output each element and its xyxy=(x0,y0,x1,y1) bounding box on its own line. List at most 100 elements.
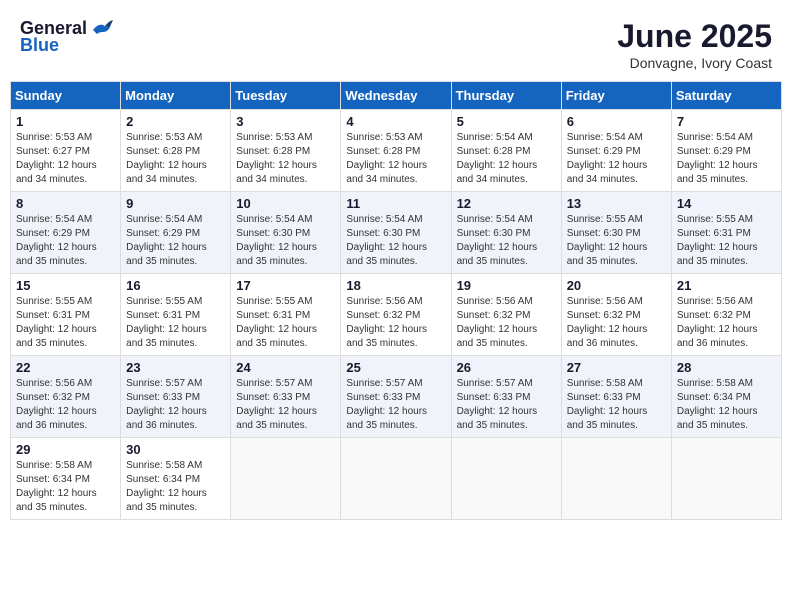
day-info: Sunrise: 5:58 AM Sunset: 6:34 PM Dayligh… xyxy=(16,459,115,515)
day-number: 27 xyxy=(567,360,666,375)
day-info: Sunrise: 5:55 AM Sunset: 6:31 PM Dayligh… xyxy=(126,295,225,351)
day-number: 23 xyxy=(126,360,225,375)
day-number: 5 xyxy=(457,114,556,129)
logo-bird-icon xyxy=(91,20,113,38)
month-title: June 2025 xyxy=(617,18,772,55)
day-number: 26 xyxy=(457,360,556,375)
day-info: Sunrise: 5:58 AM Sunset: 6:33 PM Dayligh… xyxy=(567,377,666,433)
header-tuesday: Tuesday xyxy=(231,82,341,110)
day-info: Sunrise: 5:54 AM Sunset: 6:29 PM Dayligh… xyxy=(16,213,115,269)
calendar-header-row: Sunday Monday Tuesday Wednesday Thursday… xyxy=(11,82,782,110)
day-number: 11 xyxy=(346,196,445,211)
day-number: 14 xyxy=(677,196,776,211)
day-number: 6 xyxy=(567,114,666,129)
calendar-cell: 10 Sunrise: 5:54 AM Sunset: 6:30 PM Dayl… xyxy=(231,192,341,274)
day-info: Sunrise: 5:57 AM Sunset: 6:33 PM Dayligh… xyxy=(346,377,445,433)
day-number: 13 xyxy=(567,196,666,211)
calendar-cell: 3 Sunrise: 5:53 AM Sunset: 6:28 PM Dayli… xyxy=(231,110,341,192)
calendar-cell: 11 Sunrise: 5:54 AM Sunset: 6:30 PM Dayl… xyxy=(341,192,451,274)
calendar-cell: 13 Sunrise: 5:55 AM Sunset: 6:30 PM Dayl… xyxy=(561,192,671,274)
calendar-cell: 23 Sunrise: 5:57 AM Sunset: 6:33 PM Dayl… xyxy=(121,356,231,438)
calendar-cell: 19 Sunrise: 5:56 AM Sunset: 6:32 PM Dayl… xyxy=(451,274,561,356)
day-number: 4 xyxy=(346,114,445,129)
calendar-cell: 6 Sunrise: 5:54 AM Sunset: 6:29 PM Dayli… xyxy=(561,110,671,192)
calendar-cell xyxy=(341,438,451,520)
day-info: Sunrise: 5:56 AM Sunset: 6:32 PM Dayligh… xyxy=(677,295,776,351)
calendar-cell: 24 Sunrise: 5:57 AM Sunset: 6:33 PM Dayl… xyxy=(231,356,341,438)
calendar-cell: 30 Sunrise: 5:58 AM Sunset: 6:34 PM Dayl… xyxy=(121,438,231,520)
calendar-cell: 25 Sunrise: 5:57 AM Sunset: 6:33 PM Dayl… xyxy=(341,356,451,438)
calendar-cell xyxy=(231,438,341,520)
day-number: 10 xyxy=(236,196,335,211)
header-friday: Friday xyxy=(561,82,671,110)
calendar-cell: 7 Sunrise: 5:54 AM Sunset: 6:29 PM Dayli… xyxy=(671,110,781,192)
day-info: Sunrise: 5:57 AM Sunset: 6:33 PM Dayligh… xyxy=(457,377,556,433)
calendar-cell: 5 Sunrise: 5:54 AM Sunset: 6:28 PM Dayli… xyxy=(451,110,561,192)
day-number: 16 xyxy=(126,278,225,293)
day-info: Sunrise: 5:53 AM Sunset: 6:28 PM Dayligh… xyxy=(236,131,335,187)
day-info: Sunrise: 5:54 AM Sunset: 6:29 PM Dayligh… xyxy=(567,131,666,187)
calendar-week-row: 8 Sunrise: 5:54 AM Sunset: 6:29 PM Dayli… xyxy=(11,192,782,274)
day-number: 17 xyxy=(236,278,335,293)
calendar-cell: 28 Sunrise: 5:58 AM Sunset: 6:34 PM Dayl… xyxy=(671,356,781,438)
location-text: Donvagne, Ivory Coast xyxy=(617,55,772,71)
header-wednesday: Wednesday xyxy=(341,82,451,110)
day-number: 1 xyxy=(16,114,115,129)
day-number: 28 xyxy=(677,360,776,375)
day-number: 22 xyxy=(16,360,115,375)
header-sunday: Sunday xyxy=(11,82,121,110)
day-info: Sunrise: 5:56 AM Sunset: 6:32 PM Dayligh… xyxy=(346,295,445,351)
calendar-cell: 26 Sunrise: 5:57 AM Sunset: 6:33 PM Dayl… xyxy=(451,356,561,438)
day-info: Sunrise: 5:54 AM Sunset: 6:28 PM Dayligh… xyxy=(457,131,556,187)
calendar-week-row: 1 Sunrise: 5:53 AM Sunset: 6:27 PM Dayli… xyxy=(11,110,782,192)
day-info: Sunrise: 5:56 AM Sunset: 6:32 PM Dayligh… xyxy=(16,377,115,433)
day-info: Sunrise: 5:55 AM Sunset: 6:31 PM Dayligh… xyxy=(677,213,776,269)
calendar-cell: 29 Sunrise: 5:58 AM Sunset: 6:34 PM Dayl… xyxy=(11,438,121,520)
calendar-cell: 15 Sunrise: 5:55 AM Sunset: 6:31 PM Dayl… xyxy=(11,274,121,356)
day-info: Sunrise: 5:53 AM Sunset: 6:27 PM Dayligh… xyxy=(16,131,115,187)
day-number: 18 xyxy=(346,278,445,293)
calendar-cell: 4 Sunrise: 5:53 AM Sunset: 6:28 PM Dayli… xyxy=(341,110,451,192)
day-info: Sunrise: 5:54 AM Sunset: 6:29 PM Dayligh… xyxy=(677,131,776,187)
day-number: 8 xyxy=(16,196,115,211)
calendar-cell xyxy=(561,438,671,520)
logo: General Blue xyxy=(20,18,113,56)
day-info: Sunrise: 5:58 AM Sunset: 6:34 PM Dayligh… xyxy=(677,377,776,433)
calendar-week-row: 15 Sunrise: 5:55 AM Sunset: 6:31 PM Dayl… xyxy=(11,274,782,356)
day-info: Sunrise: 5:56 AM Sunset: 6:32 PM Dayligh… xyxy=(457,295,556,351)
day-info: Sunrise: 5:54 AM Sunset: 6:30 PM Dayligh… xyxy=(457,213,556,269)
calendar-cell: 16 Sunrise: 5:55 AM Sunset: 6:31 PM Dayl… xyxy=(121,274,231,356)
day-info: Sunrise: 5:53 AM Sunset: 6:28 PM Dayligh… xyxy=(126,131,225,187)
day-info: Sunrise: 5:55 AM Sunset: 6:30 PM Dayligh… xyxy=(567,213,666,269)
day-info: Sunrise: 5:58 AM Sunset: 6:34 PM Dayligh… xyxy=(126,459,225,515)
day-number: 2 xyxy=(126,114,225,129)
day-info: Sunrise: 5:54 AM Sunset: 6:30 PM Dayligh… xyxy=(346,213,445,269)
day-number: 3 xyxy=(236,114,335,129)
day-number: 29 xyxy=(16,442,115,457)
day-info: Sunrise: 5:55 AM Sunset: 6:31 PM Dayligh… xyxy=(236,295,335,351)
calendar-cell xyxy=(451,438,561,520)
day-info: Sunrise: 5:55 AM Sunset: 6:31 PM Dayligh… xyxy=(16,295,115,351)
calendar-cell: 22 Sunrise: 5:56 AM Sunset: 6:32 PM Dayl… xyxy=(11,356,121,438)
day-info: Sunrise: 5:53 AM Sunset: 6:28 PM Dayligh… xyxy=(346,131,445,187)
day-number: 21 xyxy=(677,278,776,293)
day-info: Sunrise: 5:54 AM Sunset: 6:29 PM Dayligh… xyxy=(126,213,225,269)
calendar-cell: 8 Sunrise: 5:54 AM Sunset: 6:29 PM Dayli… xyxy=(11,192,121,274)
day-number: 20 xyxy=(567,278,666,293)
calendar-cell xyxy=(671,438,781,520)
page-header: General Blue June 2025 Donvagne, Ivory C… xyxy=(10,10,782,75)
day-number: 30 xyxy=(126,442,225,457)
calendar-cell: 20 Sunrise: 5:56 AM Sunset: 6:32 PM Dayl… xyxy=(561,274,671,356)
header-thursday: Thursday xyxy=(451,82,561,110)
calendar-cell: 21 Sunrise: 5:56 AM Sunset: 6:32 PM Dayl… xyxy=(671,274,781,356)
logo-blue-text: Blue xyxy=(20,35,59,56)
calendar-cell: 2 Sunrise: 5:53 AM Sunset: 6:28 PM Dayli… xyxy=(121,110,231,192)
calendar-cell: 14 Sunrise: 5:55 AM Sunset: 6:31 PM Dayl… xyxy=(671,192,781,274)
calendar-table: Sunday Monday Tuesday Wednesday Thursday… xyxy=(10,81,782,520)
header-monday: Monday xyxy=(121,82,231,110)
day-info: Sunrise: 5:57 AM Sunset: 6:33 PM Dayligh… xyxy=(126,377,225,433)
calendar-week-row: 22 Sunrise: 5:56 AM Sunset: 6:32 PM Dayl… xyxy=(11,356,782,438)
day-info: Sunrise: 5:54 AM Sunset: 6:30 PM Dayligh… xyxy=(236,213,335,269)
day-number: 25 xyxy=(346,360,445,375)
day-info: Sunrise: 5:57 AM Sunset: 6:33 PM Dayligh… xyxy=(236,377,335,433)
